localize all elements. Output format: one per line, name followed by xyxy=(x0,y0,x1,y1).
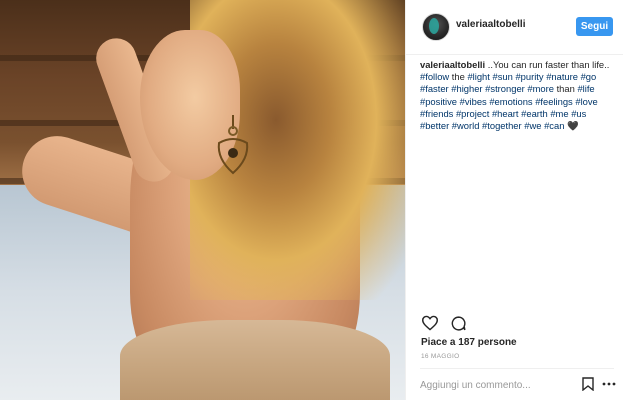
hashtag-link[interactable]: #us xyxy=(571,108,586,119)
hashtag-link[interactable]: #sun xyxy=(492,71,512,82)
hashtag-link[interactable]: #world xyxy=(452,120,480,131)
hashtag-link[interactable]: #positive xyxy=(420,96,457,107)
divider xyxy=(420,368,614,369)
avatar[interactable] xyxy=(422,13,450,41)
post-photo[interactable] xyxy=(0,0,405,400)
follow-button[interactable]: Segui xyxy=(576,17,613,36)
hashtag-link[interactable]: #light xyxy=(467,71,489,82)
caption-emoji: 🖤 xyxy=(567,120,579,132)
hashtag-link[interactable]: #higher xyxy=(451,83,482,94)
hashtag-link[interactable]: #go xyxy=(581,71,597,82)
hashtag-link[interactable]: #together xyxy=(482,120,522,131)
likes-count[interactable]: Piace a 187 persone xyxy=(421,337,517,348)
hashtag-link[interactable]: #friends xyxy=(420,108,453,119)
username-link[interactable]: valeriaaltobelli xyxy=(456,19,525,30)
caption-word: the xyxy=(451,71,465,83)
post-header: valeriaaltobelli Segui xyxy=(406,0,623,55)
bodice-shape xyxy=(120,320,390,400)
earring-shape xyxy=(217,115,249,175)
hashtag-link[interactable]: #more xyxy=(527,83,554,94)
caption-word: than xyxy=(556,83,575,95)
more-options-icon[interactable] xyxy=(602,377,616,391)
post-container: valeriaaltobelli Segui valeriaaltobelli … xyxy=(0,0,623,400)
hashtag-link[interactable]: #me xyxy=(550,108,568,119)
hashtag-link[interactable]: #emotions xyxy=(489,96,532,107)
post-caption: valeriaaltobelli ..You can run faster th… xyxy=(420,59,616,132)
hashtag-link[interactable]: #better xyxy=(420,120,449,131)
comment-icon[interactable] xyxy=(448,313,468,333)
hashtag-link[interactable]: #stronger xyxy=(485,83,525,94)
post-sidebar: valeriaaltobelli Segui valeriaaltobelli … xyxy=(405,0,623,400)
hashtag-link[interactable]: #vibes xyxy=(460,96,487,107)
post-actions xyxy=(420,313,610,335)
hashtag-link[interactable]: #purity xyxy=(515,71,543,82)
post-date: 16 MAGGIO xyxy=(421,353,460,360)
hashtag-link[interactable]: #follow xyxy=(420,71,449,82)
bookmark-icon[interactable] xyxy=(582,377,594,391)
caption-text: ..You can run faster than life.. xyxy=(485,59,610,70)
hashtag-link[interactable]: #love xyxy=(575,96,597,107)
hashtag-link[interactable]: #faster xyxy=(420,83,449,94)
hashtag-link[interactable]: #heart xyxy=(492,108,519,119)
hashtag-link[interactable]: #can xyxy=(544,120,564,131)
hashtag-link[interactable]: #earth xyxy=(521,108,548,119)
caption-username[interactable]: valeriaaltobelli xyxy=(420,59,485,70)
hashtag-link[interactable]: #feelings xyxy=(535,96,573,107)
hashtag-link[interactable]: #we xyxy=(524,120,541,131)
hashtag-link[interactable]: #life xyxy=(577,83,594,94)
hashtag-link[interactable]: #project xyxy=(456,108,489,119)
heart-icon[interactable] xyxy=(420,313,440,333)
comment-input[interactable] xyxy=(420,377,570,393)
hashtag-link[interactable]: #nature xyxy=(546,71,578,82)
